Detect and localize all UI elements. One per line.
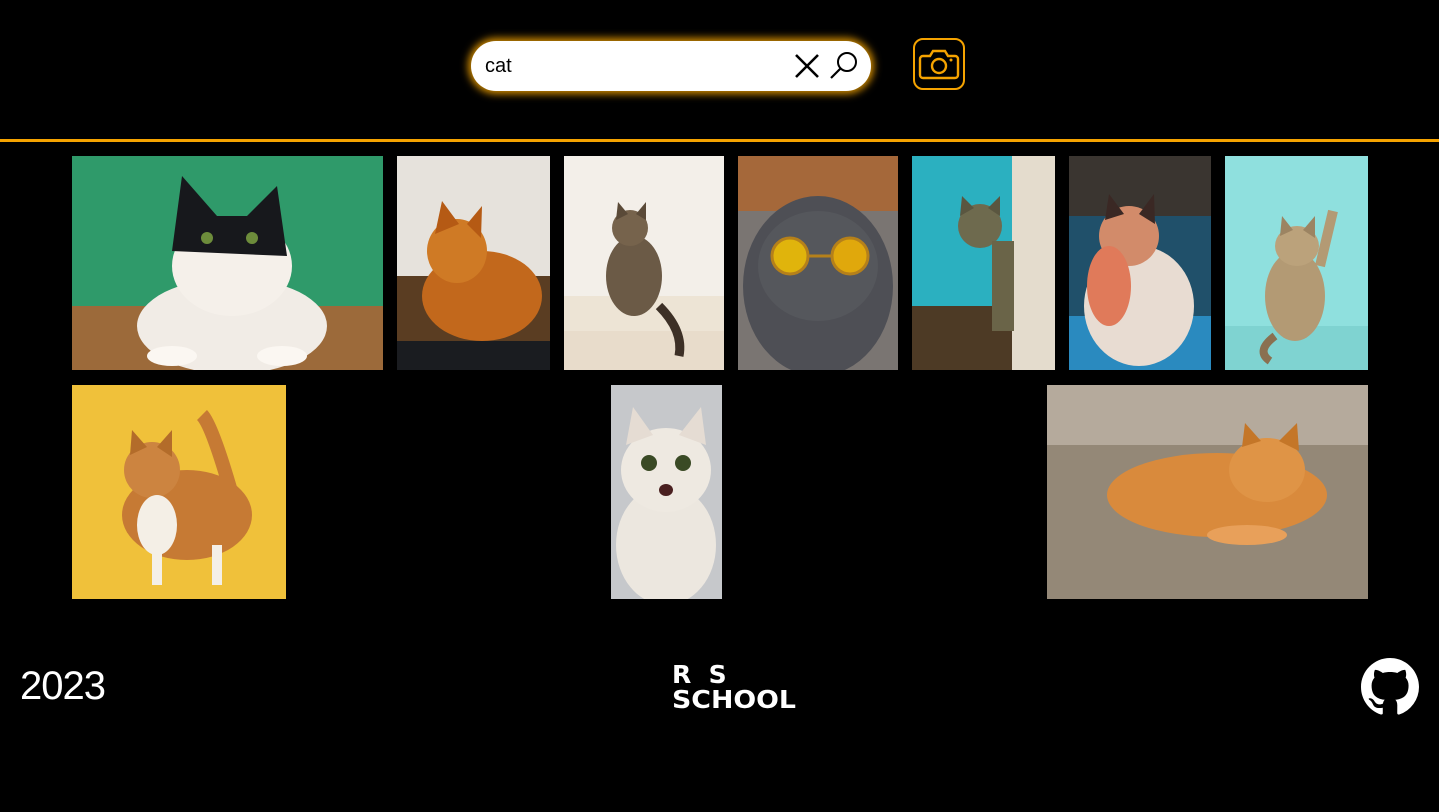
gallery-image[interactable]: [611, 385, 722, 599]
gallery-image[interactable]: [1069, 156, 1211, 370]
footer-year: 2023: [20, 664, 106, 708]
close-icon[interactable]: [793, 52, 821, 80]
logo-line-2: SCHOOL: [672, 685, 796, 712]
search-icon[interactable]: [829, 50, 859, 80]
rs-school-logo[interactable]: R S SCHOOL: [670, 662, 800, 712]
gallery-image[interactable]: [1225, 156, 1368, 370]
camera-button[interactable]: [913, 38, 965, 90]
gallery-image[interactable]: [912, 156, 1055, 370]
gallery-image[interactable]: [72, 156, 383, 370]
gallery-image[interactable]: [397, 156, 550, 370]
search-input[interactable]: [485, 41, 785, 91]
gallery-image[interactable]: [1047, 385, 1368, 599]
page: 2023 R S SCHOOL: [0, 0, 1439, 812]
gallery-image[interactable]: [564, 156, 724, 370]
camera-icon: [918, 49, 960, 80]
gallery-image[interactable]: [72, 385, 286, 599]
header: [0, 0, 1439, 142]
gallery-image[interactable]: [738, 156, 898, 370]
github-icon[interactable]: [1361, 658, 1419, 716]
